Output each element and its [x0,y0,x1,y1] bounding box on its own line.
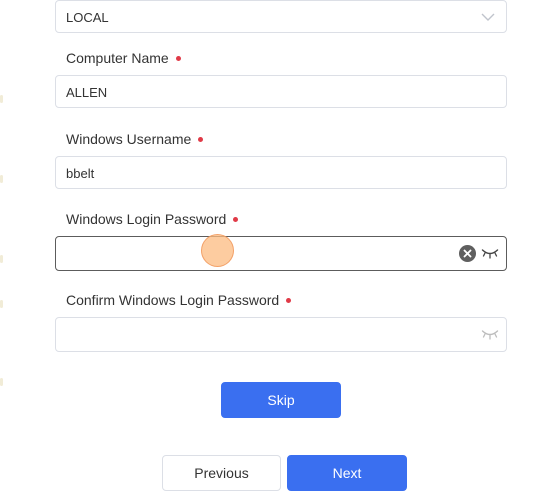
clear-icon[interactable] [459,245,476,262]
confirm-password-label: Confirm Windows Login Password [66,292,292,308]
computer-name-value: ALLEN [66,85,108,100]
setup-form-page: LOCAL Computer Name ALLEN Windows Userna… [0,0,560,500]
next-button[interactable]: Next [287,455,407,491]
windows-login-password-input[interactable] [55,236,507,271]
required-marker [175,55,181,61]
windows-username-label: Windows Username [66,131,204,147]
skip-button[interactable]: Skip [221,382,341,418]
computer-name-label-text: Computer Name [66,50,169,66]
computer-name-label: Computer Name [66,50,181,66]
account-type-select[interactable]: LOCAL [55,0,507,33]
windows-username-label-text: Windows Username [66,131,192,147]
confirm-password-input[interactable] [55,317,507,352]
previous-button[interactable]: Previous [162,455,281,491]
required-marker [233,216,239,222]
required-marker [198,136,204,142]
required-marker [286,297,292,303]
computer-name-input[interactable]: ALLEN [55,75,507,108]
windows-username-input[interactable]: bbelt [55,156,507,189]
windows-login-password-label: Windows Login Password [66,211,239,227]
confirm-password-label-text: Confirm Windows Login Password [66,292,280,308]
account-type-value: LOCAL [66,10,109,25]
windows-login-password-label-text: Windows Login Password [66,211,227,227]
left-edge-marks [0,0,6,500]
eye-closed-icon[interactable] [481,246,499,260]
windows-username-value: bbelt [66,166,95,181]
eye-closed-icon[interactable] [481,327,499,341]
chevron-down-icon [481,13,495,21]
